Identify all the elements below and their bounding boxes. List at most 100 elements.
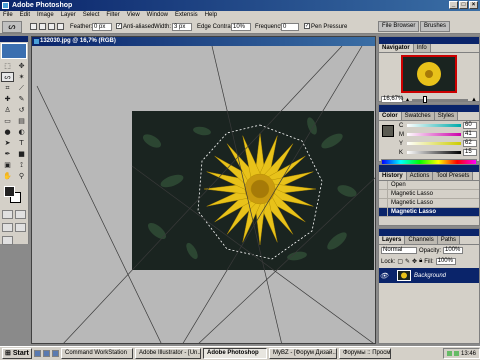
- task-adobe-photoshop[interactable]: Adobe Photoshop: [203, 348, 267, 359]
- channel-slider-m[interactable]: [407, 133, 461, 136]
- tab-channels[interactable]: Channels: [405, 236, 438, 244]
- channel-value-k[interactable]: 15: [463, 149, 477, 156]
- tray-network-icon[interactable]: [446, 351, 452, 356]
- tab-history[interactable]: History: [379, 172, 407, 180]
- lock-all-icon[interactable]: 🔒︎: [419, 258, 422, 265]
- foreground-color-swatch[interactable]: [4, 186, 15, 197]
- close-icon[interactable]: ×: [469, 1, 478, 9]
- menu-extensis[interactable]: Extensis: [175, 11, 198, 20]
- gradient-tool-icon[interactable]: ▤: [15, 116, 28, 126]
- minimize-icon[interactable]: _: [449, 1, 458, 9]
- fill-input[interactable]: 100%: [435, 258, 456, 265]
- slice-tool-icon[interactable]: ⟋: [15, 83, 28, 93]
- menu-edit[interactable]: Edit: [20, 11, 30, 20]
- healing-brush-tool-icon[interactable]: ✚: [1, 94, 14, 104]
- zoom-slider-knob[interactable]: [423, 95, 428, 103]
- zoom-input[interactable]: 16,67%: [381, 96, 403, 103]
- layer-row-background[interactable]: 👁︎ Background: [379, 268, 479, 283]
- quick-launch-desktop-icon[interactable]: [34, 350, 41, 357]
- frequency-input[interactable]: 0: [281, 23, 299, 31]
- shape-tool-icon[interactable]: ■: [15, 149, 28, 159]
- history-item[interactable]: Magnetic Lasso: [379, 198, 479, 208]
- menu-filter[interactable]: Filter: [106, 11, 119, 20]
- quick-launch-email-icon[interactable]: [52, 350, 59, 357]
- history-brush-source-icon[interactable]: [379, 198, 388, 208]
- lock-paint-icon[interactable]: ✎: [405, 258, 410, 265]
- menu-window[interactable]: Window: [147, 11, 168, 20]
- pen-tool-icon[interactable]: ✒: [1, 149, 14, 159]
- tab-layers[interactable]: Layers: [379, 236, 406, 244]
- eraser-tool-icon[interactable]: ▭: [1, 116, 14, 126]
- blend-mode-select[interactable]: Normal: [381, 247, 417, 254]
- tab-swatches[interactable]: Swatches: [401, 112, 435, 120]
- imageready-icon[interactable]: [2, 236, 13, 245]
- adobe-online-icon[interactable]: [1, 43, 27, 59]
- pen-pressure-checkbox[interactable]: ✓ Pen Pressure: [304, 23, 347, 31]
- tab-navigator[interactable]: Navigator: [379, 44, 414, 52]
- channel-slider-k[interactable]: [407, 151, 461, 154]
- crop-tool-icon[interactable]: ⌗: [1, 83, 14, 93]
- task-adobe-illustrator[interactable]: Adobe Illustrator - [Un...: [135, 348, 201, 359]
- channel-value-c[interactable]: 60: [463, 122, 477, 129]
- task-command-workstation[interactable]: Command WorkStation: [61, 348, 133, 359]
- feather-input[interactable]: 0 px: [92, 23, 112, 31]
- tab-styles[interactable]: Styles: [434, 112, 459, 120]
- tab-actions[interactable]: Actions: [406, 172, 434, 180]
- magic-wand-tool-icon[interactable]: ✶: [15, 72, 28, 82]
- menu-layer[interactable]: Layer: [61, 11, 76, 20]
- dodge-tool-icon[interactable]: ◐: [15, 127, 28, 137]
- history-item-selected[interactable]: Magnetic Lasso: [379, 207, 479, 217]
- eye-icon[interactable]: 👁︎: [379, 272, 389, 280]
- maximize-icon[interactable]: □: [459, 1, 468, 9]
- zoom-slider[interactable]: [412, 95, 469, 103]
- history-item[interactable]: Magnetic Lasso: [379, 189, 479, 199]
- menu-select[interactable]: Select: [83, 11, 100, 20]
- opacity-input[interactable]: 100%: [443, 247, 464, 254]
- history-item[interactable]: Open: [379, 180, 479, 190]
- brush-tool-icon[interactable]: ✎: [15, 94, 28, 104]
- file-browser-tab[interactable]: File Browser: [378, 21, 420, 32]
- quick-launch-browser-icon[interactable]: [43, 350, 50, 357]
- anti-aliased-checkbox[interactable]: ✓ Anti-aliased: [116, 23, 154, 31]
- intersect-selection-icon[interactable]: [57, 23, 64, 30]
- lasso-tool-icon[interactable]: ᔕ: [1, 72, 14, 82]
- eyedropper-tool-icon[interactable]: ⟟: [15, 160, 28, 170]
- tool-preset-picker[interactable]: ᔕ: [2, 21, 22, 33]
- color-panel-foreground-swatch[interactable]: [382, 125, 394, 137]
- full-screen-icon[interactable]: [15, 223, 26, 232]
- add-selection-icon[interactable]: [39, 23, 46, 30]
- hand-tool-icon[interactable]: ✋: [1, 171, 14, 181]
- notes-tool-icon[interactable]: ▣: [1, 160, 14, 170]
- tab-color[interactable]: Color: [379, 112, 402, 120]
- menu-image[interactable]: Image: [37, 11, 54, 20]
- menu-help[interactable]: Help: [205, 11, 217, 20]
- lock-move-icon[interactable]: ✥: [412, 258, 417, 265]
- menu-view[interactable]: View: [127, 11, 140, 20]
- zoom-out-icon[interactable]: ▴: [406, 96, 409, 103]
- type-tool-icon[interactable]: T: [15, 138, 28, 148]
- new-selection-icon[interactable]: [30, 23, 37, 30]
- channel-slider-c[interactable]: [407, 124, 461, 127]
- start-button[interactable]: ⊞ Start: [2, 348, 32, 359]
- zoom-in-icon[interactable]: ▲: [471, 97, 477, 103]
- blur-tool-icon[interactable]: ●: [1, 127, 14, 137]
- menu-file[interactable]: File: [3, 11, 13, 20]
- history-brush-source-icon[interactable]: [379, 189, 388, 199]
- path-selection-tool-icon[interactable]: ➤: [1, 138, 14, 148]
- standard-mode-icon[interactable]: [2, 210, 13, 219]
- channel-value-y[interactable]: 62: [463, 140, 477, 147]
- width-input[interactable]: 3 px: [172, 23, 192, 31]
- clone-stamp-tool-icon[interactable]: ♙: [1, 105, 14, 115]
- history-brush-source-icon[interactable]: [379, 207, 388, 217]
- tab-tool-presets[interactable]: Tool Presets: [433, 172, 474, 180]
- task-forum-dizayn[interactable]: MyBZ - [Форум Дизай...: [269, 348, 337, 359]
- channel-value-m[interactable]: 41: [463, 131, 477, 138]
- subtract-selection-icon[interactable]: [48, 23, 55, 30]
- marquee-tool-icon[interactable]: ⬚: [1, 61, 14, 71]
- history-brush-tool-icon[interactable]: ↺: [15, 105, 28, 115]
- task-forums-view[interactable]: Форумы :: Просм...: [339, 348, 391, 359]
- edge-contrast-input[interactable]: 10%: [231, 23, 251, 31]
- tray-volume-icon[interactable]: [453, 351, 459, 356]
- brushes-tab[interactable]: Brushes: [420, 21, 451, 32]
- lock-transparency-icon[interactable]: ▢: [397, 258, 403, 265]
